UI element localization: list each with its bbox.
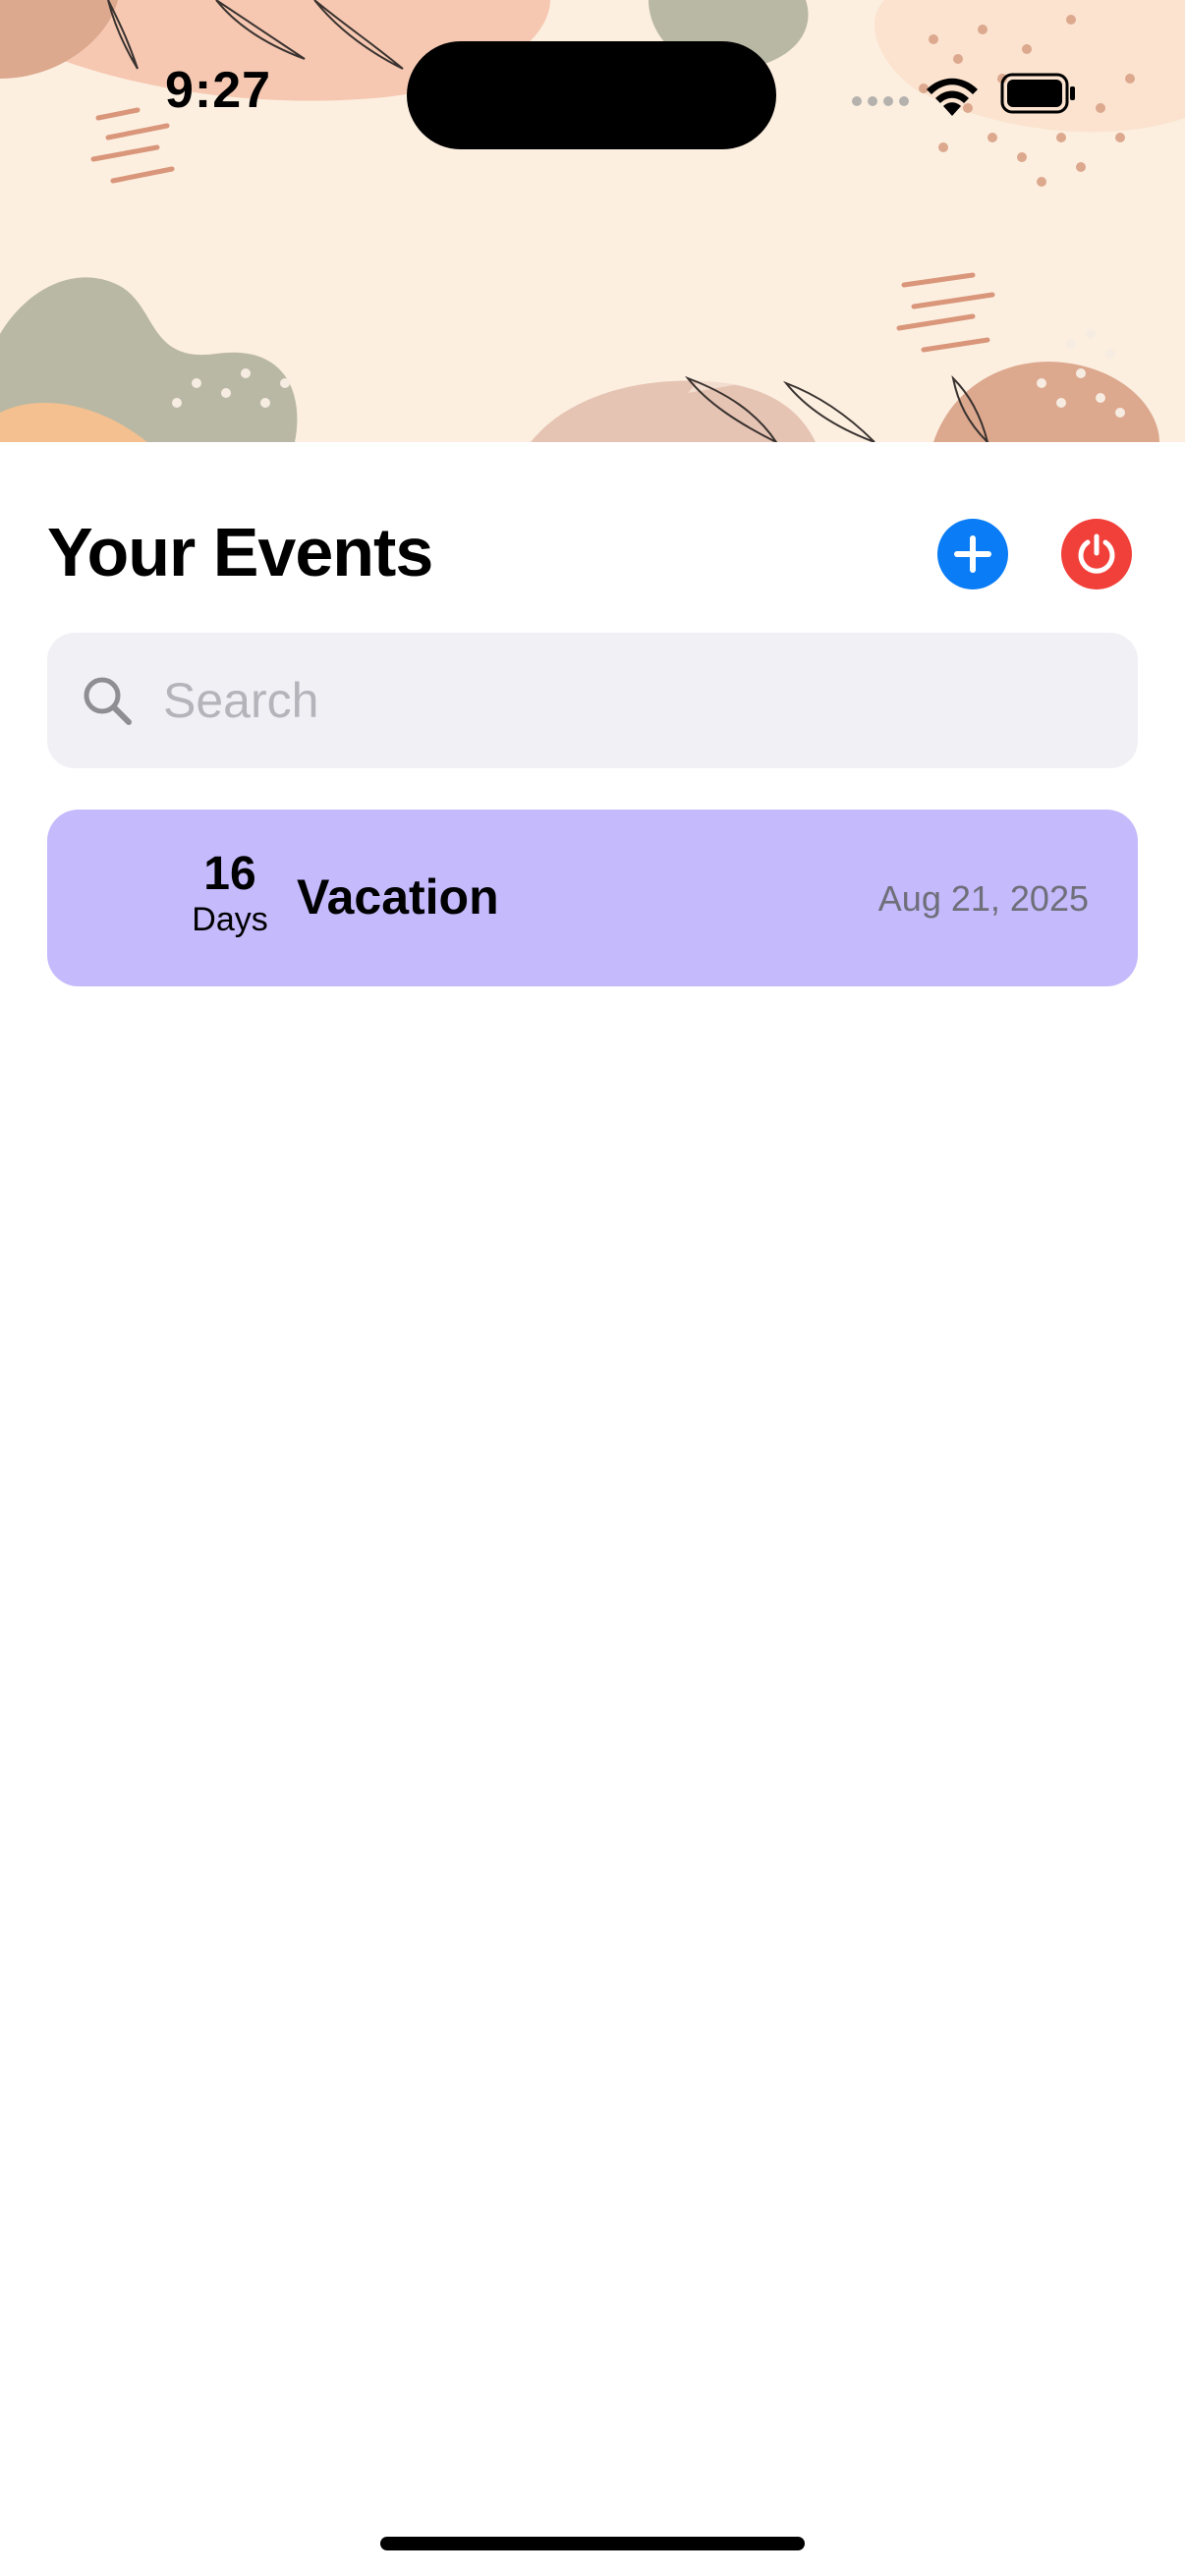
dynamic-island: [407, 41, 776, 149]
battery-icon: [1000, 73, 1075, 114]
add-event-button[interactable]: [937, 519, 1008, 589]
event-name: Vacation: [297, 869, 499, 924]
home-indicator: [380, 2537, 805, 2550]
status-time: 9:27: [165, 62, 272, 119]
event-card[interactable]: 16 Days Vacation Aug 21, 2025: [47, 810, 1138, 986]
search-bar[interactable]: [47, 633, 1138, 768]
search-icon: [84, 677, 132, 725]
wifi-icon: [927, 78, 978, 116]
power-icon: [1078, 533, 1115, 574]
page-title: Your Events: [47, 514, 433, 590]
power-button[interactable]: [1061, 519, 1132, 589]
event-date: Aug 21, 2025: [877, 878, 1089, 919]
plus-icon: [954, 535, 991, 573]
cellular-signal-icon: [852, 96, 909, 106]
search-input[interactable]: [161, 671, 1049, 730]
